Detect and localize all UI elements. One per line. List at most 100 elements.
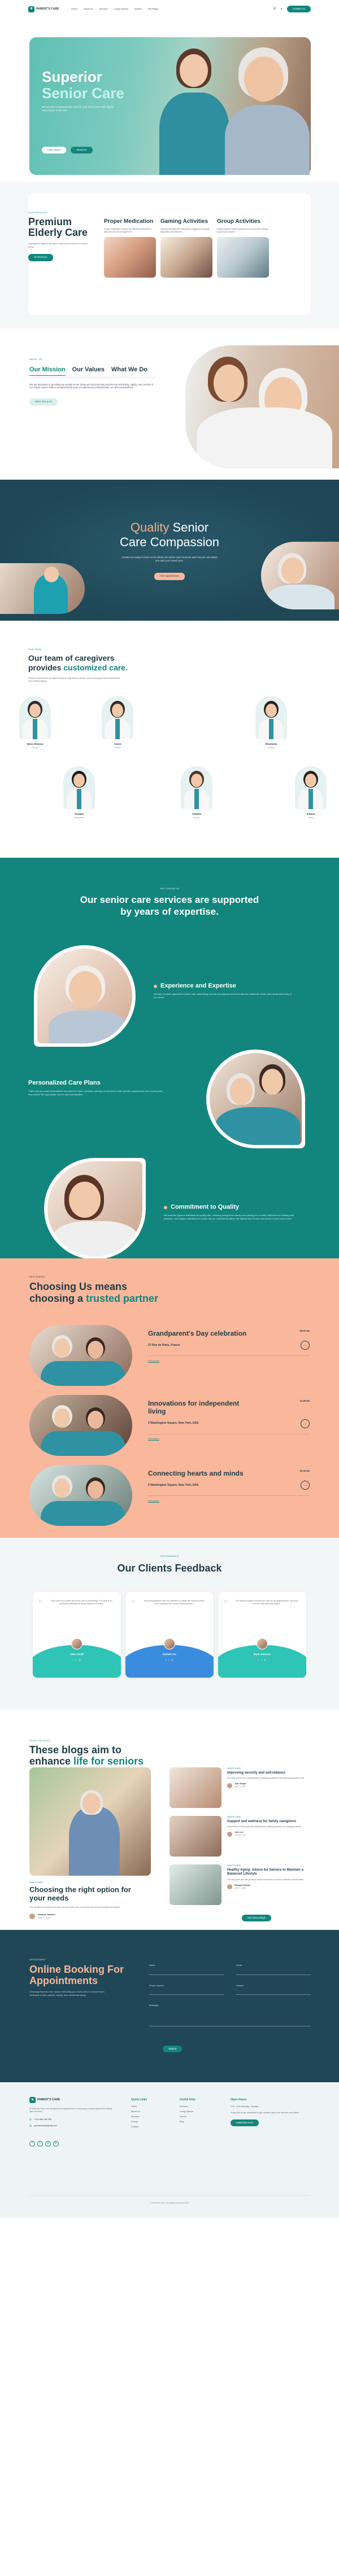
nav-home[interactable]: Home [71, 7, 77, 11]
expertise-item-3: Commitment to Quality We maintain rigoro… [164, 1203, 302, 1221]
testimonial-text: They were my mother and took care of eve… [50, 1600, 112, 1605]
footer-col-title: Quick Links [131, 2098, 147, 2101]
footer-link[interactable]: About Us [131, 2109, 147, 2114]
search-icon[interactable]: ⚲ [273, 7, 276, 11]
footer-open-hours: Open Hours 1.00 - 8.00 Monday - Sunday S… [231, 2098, 310, 2126]
nav-events[interactable]: Events [134, 7, 141, 11]
footer-link[interactable]: Services [131, 2114, 147, 2119]
testimonial-card: “ They personalized care and attention to… [125, 1592, 214, 1678]
nav-living-options[interactable]: Living Options [114, 7, 128, 11]
event-description-link[interactable]: Description [148, 1499, 310, 1503]
footer-link[interactable]: Home [131, 2104, 147, 2109]
blog-post-author-row: Elizabeth Harper June 27, 2024 [227, 1884, 311, 1890]
about-us-button[interactable]: About Us [71, 146, 93, 154]
team-member-card[interactable]: Neha Sharma Doctor [19, 696, 51, 750]
facebook-icon[interactable]: f [29, 2140, 35, 2147]
blog-post[interactable]: HEALTH CARE Improving security and self-r… [227, 1767, 311, 1788]
footer-link[interactable]: Blog [180, 2119, 195, 2125]
get-appointment-button[interactable]: Get Appointment [154, 573, 185, 580]
footer-link[interactable]: Events [180, 2114, 195, 2119]
blog-post-text: This blog post can offer practical advic… [227, 1878, 304, 1881]
footer-link[interactable]: Services [180, 2104, 195, 2109]
event-place: 27 Rue de Paris, France [148, 1343, 180, 1347]
blog-post[interactable]: SENIOR CARE Support and wellness for fami… [227, 1816, 311, 1837]
event-description-link[interactable]: Description [148, 1359, 310, 1363]
nav-about[interactable]: About Us [84, 7, 93, 11]
footer-phone[interactable]: +123 456 789 000 [34, 2118, 51, 2121]
nav-gift-pages[interactable]: Gift Pages [147, 7, 158, 11]
team-member-photo [181, 766, 212, 809]
service-card[interactable]: Group Activities Group activities foster… [217, 218, 269, 278]
message-field[interactable]: Message [149, 2004, 311, 2026]
see-more-blogs-button[interactable]: See More Blogs [242, 1915, 272, 1922]
check-icon [164, 1205, 167, 1209]
instagram-icon[interactable]: ◎ [79, 1658, 81, 1661]
footer-link[interactable]: Pricing [131, 2119, 147, 2125]
mission-section: ABOUT US Our Mission Our Values What We … [0, 328, 339, 480]
quote-icon: “ [38, 1598, 42, 1607]
testimonial-card: “ They were my mother and took care of ev… [33, 1592, 121, 1678]
arrow-right-icon[interactable]: → [301, 1481, 310, 1490]
twitter-icon[interactable]: t [168, 1658, 169, 1661]
footer-logo[interactable]: ♥ PARENT'S CARE [29, 2097, 114, 2103]
team-member-card[interactable]: Akhilita Doctor [181, 766, 212, 820]
footer-link[interactable]: Contact [131, 2125, 147, 2130]
phone-label: Phone number [149, 1983, 164, 1987]
contact-button[interactable]: Contact Us [286, 5, 311, 13]
subject-field[interactable]: Subject [236, 1984, 311, 1995]
event-item[interactable]: Grandparent's Day celebration 09.07.25 27 … [148, 1329, 310, 1363]
event-item[interactable]: Innovations for independent living 13.09.… [148, 1399, 310, 1441]
email-field[interactable]: Email [236, 1964, 311, 1975]
arrow-right-icon[interactable]: → [301, 1341, 310, 1350]
team-member-card[interactable]: Annie Doctor [102, 696, 133, 750]
event-item[interactable]: Connecting hearts and minds 04.10.25 5 Was… [148, 1469, 310, 1503]
team-member-card[interactable]: Fatima Nurse [295, 766, 327, 820]
blog-post-date: June 24, 2024 [234, 1834, 246, 1837]
facebook-icon[interactable]: f [258, 1658, 259, 1661]
booking-title-line1: Online Booking For [29, 1963, 124, 1975]
twitter-icon[interactable]: t [37, 2140, 43, 2147]
service-card[interactable]: Gaming Activities Gaming activities offe… [160, 218, 212, 278]
footer-email[interactable]: parentscare@gmail.com [34, 2125, 57, 2127]
blog-main-title: Choosing the right option for your needs [29, 1885, 151, 1903]
all-services-button[interactable]: All Services [28, 254, 53, 261]
services-eyebrow: OUR SERVICES [28, 211, 47, 214]
learn-more-button[interactable]: Learn More [42, 146, 67, 154]
tab-what-we-do[interactable]: What We Do [111, 366, 147, 376]
hero-senior-photo [216, 37, 311, 175]
team-member-card[interactable]: Sumaia Ambulance [63, 766, 95, 820]
blog-post-photo [169, 1767, 221, 1808]
subscribe-button[interactable]: Subscribe Now [231, 2119, 259, 2126]
cart-icon[interactable]: ◒ [280, 7, 282, 11]
quality-section: Quality Senior Care Compassion Contact u… [0, 480, 339, 621]
blog-main-author: Shaniya Jackson [38, 1914, 55, 1916]
event-description-link[interactable]: Description [148, 1437, 310, 1441]
event-header: Grandparent's Day celebration 09.07.25 [148, 1329, 310, 1337]
team-member-card[interactable]: Shameem Nurse [255, 696, 287, 750]
more-about-us-button[interactable]: More About Us [29, 398, 58, 406]
instagram-icon[interactable]: ◎ [171, 1658, 173, 1661]
linkedin-icon[interactable]: in [53, 2140, 59, 2147]
footer-link[interactable]: Living Options [180, 2109, 195, 2114]
arrow-right-icon[interactable]: → [301, 1419, 310, 1428]
phone-field[interactable]: Phone number [149, 1984, 224, 1995]
twitter-icon[interactable]: t [261, 1658, 262, 1661]
booking-eyebrow: APPOINTMENT [29, 1958, 46, 1961]
blog-post[interactable]: HEALTH CARE Healthy Aging: Advice for Sen… [227, 1864, 311, 1890]
instagram-icon[interactable]: ◎ [264, 1658, 266, 1661]
events-eyebrow: NEXT EVENTS [29, 1275, 45, 1278]
event-title: Connecting hearts and minds [148, 1469, 244, 1477]
blog-post-author-row: Juan Wright June 21, 2024 [227, 1783, 311, 1788]
submit-button[interactable]: Submit [163, 2046, 182, 2053]
name-field[interactable]: Name [149, 1964, 224, 1975]
logo[interactable]: ♥ PARENT'S CARE [28, 6, 59, 12]
tab-our-values[interactable]: Our Values [72, 366, 105, 376]
tab-our-mission[interactable]: Our Mission [29, 366, 66, 376]
expertise-eyebrow: WHY CHOOSE US [159, 887, 180, 890]
instagram-icon[interactable]: ◎ [45, 2140, 51, 2147]
service-card[interactable]: Proper Medication Proper medication ensu… [104, 218, 156, 278]
nav-services[interactable]: Services [99, 7, 107, 11]
blog-main-post[interactable]: HEALTH CARE Choosing the right option fo… [29, 1767, 151, 1920]
expertise-item-text: We maintain rigorous standards for quali… [164, 1214, 294, 1220]
expertise-title-line1: Our senior care services are supported [80, 894, 259, 905]
